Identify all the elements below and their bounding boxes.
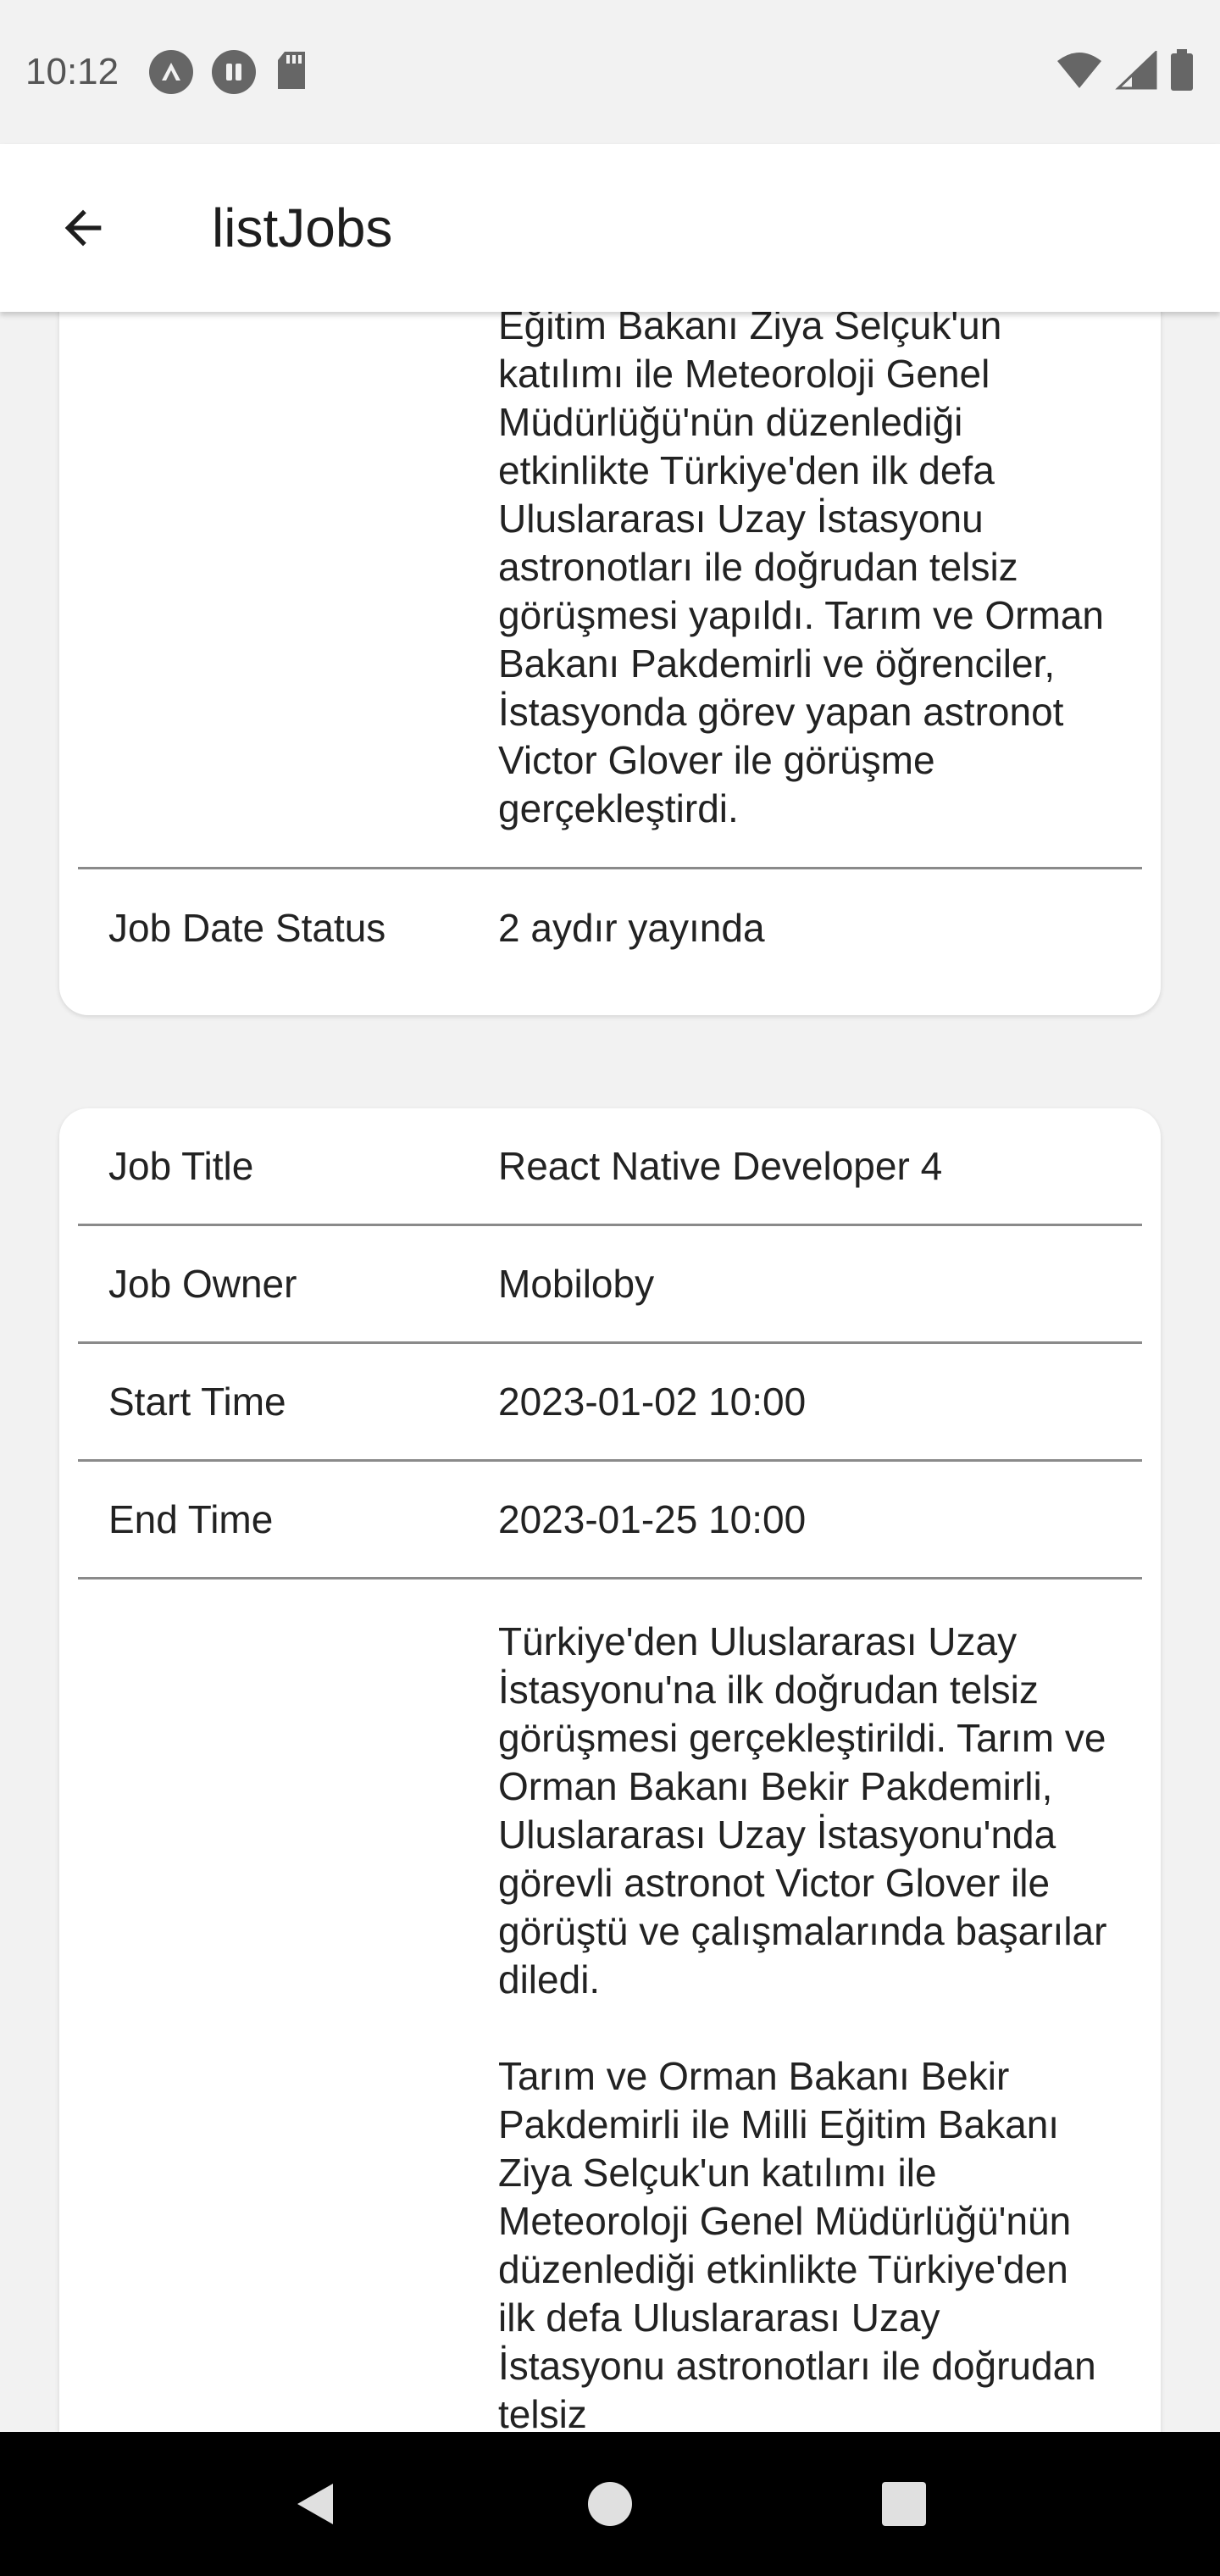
battery-icon [1169, 48, 1195, 96]
back-button[interactable] [32, 177, 134, 279]
nav-home-button[interactable] [559, 2453, 661, 2555]
home-circle-icon [587, 2482, 632, 2526]
job-date-status-row: Job Date Status 2 aydır yayında [78, 869, 1142, 987]
job-date-status-value: 2 aydır yayında [498, 906, 765, 950]
status-bar: 10:12 [0, 0, 1220, 144]
job-list[interactable]: Eğitim Bakanı Ziya Selçuk'un katılımı il… [0, 312, 1220, 2432]
job-title-value: React Native Developer 4 [498, 1143, 943, 1188]
job-description-value: Eğitim Bakanı Ziya Selçuk'un katılımı il… [498, 312, 1115, 830]
job-description-row: Eğitim Bakanı Ziya Selçuk'un katılımı il… [78, 312, 1142, 869]
wifi-icon [1056, 51, 1103, 94]
page-title: listJobs [212, 197, 393, 258]
end-time-row: End Time 2023-01-25 10:00 [78, 1462, 1142, 1579]
end-time-value: 2023-01-25 10:00 [498, 1496, 807, 1541]
job-title-label: Job Title [108, 1143, 254, 1188]
recents-square-icon [881, 2482, 926, 2526]
nav-recents-button[interactable] [853, 2453, 955, 2555]
start-time-label: Start Time [108, 1379, 286, 1424]
app-bar: listJobs [0, 144, 1220, 312]
expo-icon [149, 50, 194, 94]
status-icons-right [1056, 48, 1195, 96]
status-icons-left [149, 50, 308, 95]
back-triangle-icon [297, 2484, 334, 2524]
cell-signal-icon [1115, 48, 1157, 94]
job-title-row: Job Title React Native Developer 4 [78, 1108, 1142, 1226]
job-date-status-label: Job Date Status [108, 906, 386, 950]
job-description-label [78, 312, 498, 833]
job-description-value: Türkiye'den Uluslararası Uzay İstasyonu'… [498, 1619, 1107, 2432]
start-time-value: 2023-01-02 10:00 [498, 1379, 807, 1424]
sd-card-icon [274, 50, 308, 95]
screen: 10:12 listJobs Eğitim Bakanı Ziya Selçuk… [0, 0, 1220, 2576]
status-time: 10:12 [25, 51, 119, 92]
start-time-row: Start Time 2023-01-02 10:00 [78, 1344, 1142, 1462]
arrow-left-icon [64, 209, 102, 247]
job-owner-label: Job Owner [108, 1261, 297, 1306]
job-description-label [78, 1618, 498, 2432]
pause-circle-icon [212, 50, 257, 94]
end-time-label: End Time [108, 1496, 274, 1541]
job-card: Eğitim Bakanı Ziya Selçuk'un katılımı il… [59, 312, 1161, 1015]
job-owner-row: Job Owner Mobiloby [78, 1226, 1142, 1344]
nav-back-button[interactable] [265, 2453, 367, 2555]
job-owner-value: Mobiloby [498, 1261, 655, 1306]
job-description-row: Türkiye'den Uluslararası Uzay İstasyonu'… [78, 1579, 1142, 2432]
navigation-bar [0, 2432, 1220, 2576]
job-card: Job Title React Native Developer 4 Job O… [59, 1108, 1161, 2432]
